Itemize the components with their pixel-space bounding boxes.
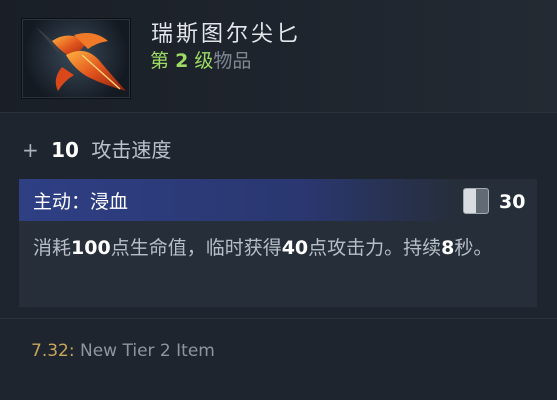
tier-prefix: 第 [150,50,170,72]
ability-header: 主动：浸血 30 [19,179,537,221]
patch-version: 7.32: [31,341,75,361]
stat-label: 攻击速度 [91,138,172,162]
item-tooltip: 瑞斯图尔尖匕 第 2 级物品 + 10 攻击速度 主动：浸血 30 消耗100点… [0,0,557,400]
bonus-damage: 40 [281,237,309,259]
item-tier: 第 2 级物品 [150,46,251,73]
dagger-icon [36,27,126,91]
item-name: 瑞斯图尔尖匕 [151,22,302,47]
stat-value: 10 [51,138,79,162]
tier-word: 物品 [213,50,252,72]
tooltip-header: 瑞斯图尔尖匕 第 2 级物品 [0,0,557,112]
cooldown-icon [463,188,489,214]
patch-text: New Tier 2 Item [80,341,215,361]
tier-suffix: 级 [194,50,214,72]
health-cost: 100 [71,237,111,259]
active-ability: 主动：浸血 30 消耗100点生命值，临时获得40点攻击力。持续8秒。 [19,179,537,307]
tier-number: 2 [175,50,189,72]
ability-title: 主动：浸血 [33,191,129,213]
cooldown-value: 30 [499,191,526,213]
stat-sign: + [22,138,39,162]
item-icon-frame [21,18,131,99]
footer-divider [0,318,557,319]
header-divider [0,112,557,113]
stat-attack-speed: + 10 攻击速度 [22,134,171,163]
patch-note: 7.32: New Tier 2 Item [31,341,215,361]
ability-description: 消耗100点生命值，临时获得40点攻击力。持续8秒。 [33,237,493,259]
duration: 8 [441,237,455,259]
